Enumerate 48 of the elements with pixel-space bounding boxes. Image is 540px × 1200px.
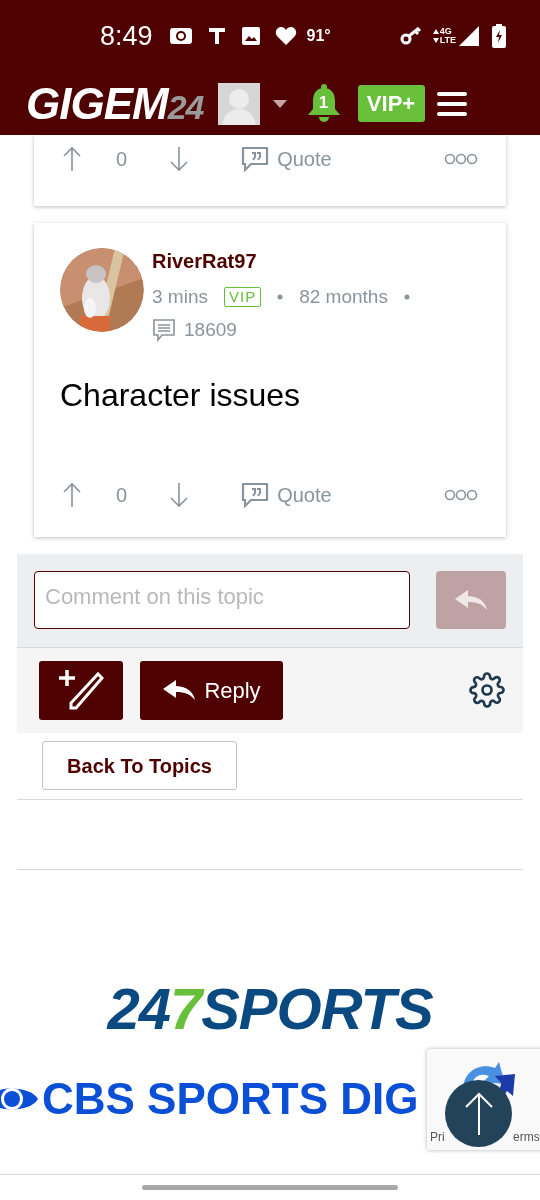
caret-icon[interactable] — [271, 98, 288, 109]
reply-button[interactable]: Reply — [140, 660, 283, 720]
plus-pencil-icon — [58, 668, 104, 712]
heart-icon — [274, 26, 297, 46]
camera-icon — [168, 26, 193, 46]
signal-icon — [458, 25, 480, 47]
more-options-icon[interactable] — [444, 153, 478, 165]
comment-icon — [152, 318, 176, 343]
network-logo[interactable]: CBS SPORTS DIG — [42, 1073, 419, 1124]
network-type: 4G LTE — [439, 27, 456, 45]
separator-dot — [403, 294, 410, 300]
downvote-icon[interactable] — [169, 146, 190, 172]
author-name[interactable]: RiverRat97 — [152, 248, 410, 274]
post-time: 3 mins — [152, 285, 208, 309]
post-body: Character issues — [59, 375, 302, 415]
sports-logo[interactable]: 247SPORTS — [107, 977, 433, 1040]
upvote-icon[interactable] — [62, 146, 82, 172]
send-button[interactable] — [436, 571, 506, 629]
avatar-icon[interactable] — [217, 82, 260, 125]
comment-field[interactable]: Comment on this topic — [34, 571, 410, 629]
quote-icon — [241, 481, 270, 508]
menu-icon[interactable] — [436, 90, 467, 117]
reply-arrow-icon — [162, 679, 197, 701]
upvote-icon[interactable] — [62, 481, 82, 508]
temperature: 91° — [306, 26, 331, 46]
vote-count: 0 — [116, 147, 128, 172]
post-count: 18609 — [184, 318, 237, 342]
downvote-icon[interactable] — [169, 481, 190, 508]
vote-count: 0 — [116, 482, 128, 508]
member-tenure: 82 months — [299, 285, 388, 309]
image-icon — [240, 26, 261, 46]
battery-icon — [492, 24, 506, 48]
new-topic-button[interactable] — [39, 660, 123, 720]
quote-icon — [241, 146, 270, 172]
terms-link[interactable]: erms — [513, 1128, 540, 1146]
vip-badge: VIP — [223, 287, 262, 307]
up-arrow-icon — [463, 1091, 494, 1136]
data-arrows-icon — [431, 28, 440, 44]
more-options-icon[interactable] — [444, 488, 478, 501]
key-icon — [399, 26, 424, 46]
site-logo[interactable]: GIGEM24 — [26, 81, 204, 126]
text-icon — [206, 26, 227, 46]
separator-dot — [277, 294, 284, 300]
reply-arrow-icon — [454, 589, 488, 611]
back-to-topics-button[interactable]: Back To Topics — [42, 741, 237, 790]
settings-icon[interactable] — [469, 672, 505, 708]
clock: 8:49 — [100, 19, 153, 53]
privacy-link[interactable]: Pri — [430, 1128, 445, 1146]
